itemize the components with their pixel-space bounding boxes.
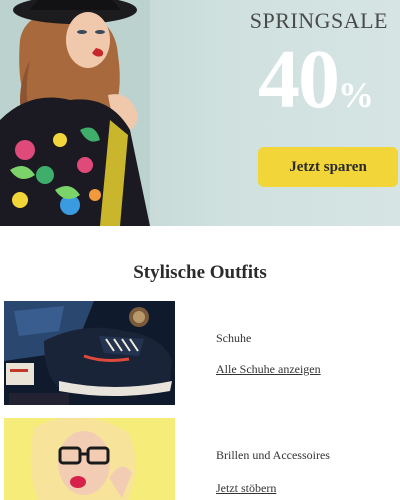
section-title: Stylische Outfits xyxy=(133,262,267,283)
browse-accessories-link[interactable]: Jetzt stöbern xyxy=(216,481,276,496)
category-label: Schuhe xyxy=(216,331,252,345)
sneakers-photo[interactable] xyxy=(4,301,175,405)
category-card-accessories[interactable]: Brillen und Accessoires Jetzt stöbern xyxy=(4,418,396,500)
glasses-model-photo[interactable] xyxy=(4,418,175,500)
discount-number: 40 xyxy=(258,33,340,126)
category-label: Brillen und Accessoires xyxy=(216,448,330,462)
view-all-shoes-link[interactable]: Alle Schuhe anzeigen xyxy=(216,362,321,377)
discount-value: 40% xyxy=(258,38,374,122)
hero-banner[interactable]: SPRINGSALE 40% Jetzt sparen xyxy=(0,0,400,226)
shop-now-button[interactable]: Jetzt sparen xyxy=(258,147,398,187)
category-card-shoes[interactable]: Schuhe Alle Schuhe anzeigen xyxy=(4,301,396,405)
hero-title: SPRINGSALE xyxy=(249,8,388,33)
percent-sign: % xyxy=(338,75,374,115)
hero-model-photo xyxy=(0,0,150,226)
